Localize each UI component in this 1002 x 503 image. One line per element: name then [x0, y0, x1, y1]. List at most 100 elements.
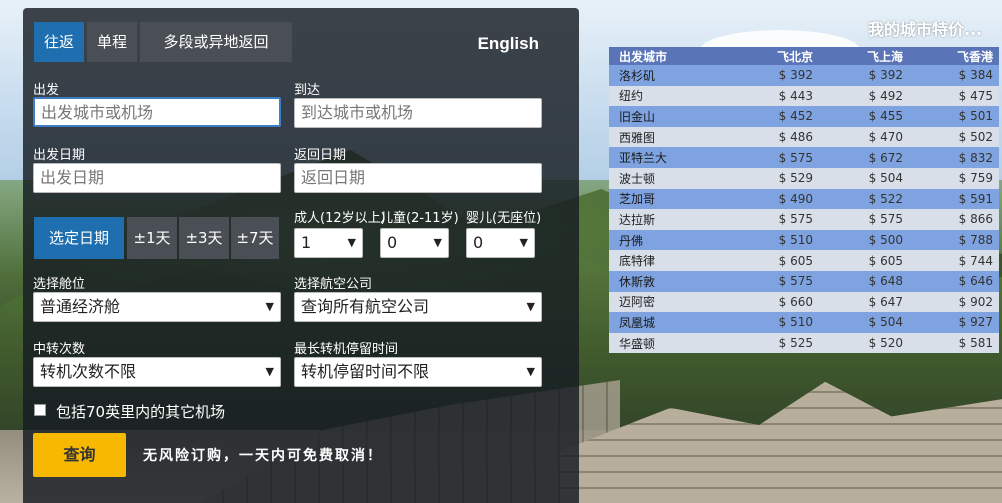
depart-date-label: 出发日期	[33, 148, 86, 163]
layover-select[interactable]: 转机停留时间不限 ▼	[294, 357, 542, 387]
price-cell[interactable]: $ 490	[728, 188, 819, 210]
depart-date-placeholder: 出发日期	[40, 168, 105, 187]
deals-title[interactable]: 我的城市特价...	[868, 16, 982, 40]
price-cell[interactable]: $ 501	[908, 106, 999, 127]
stops-select[interactable]: 转机次数不限 ▼	[33, 357, 281, 387]
date-exact-button[interactable]: 选定日期	[34, 217, 124, 259]
table-row[interactable]: 旧金山 $ 452 $ 455 $ 501	[609, 106, 999, 127]
price-cell[interactable]: $ 581	[908, 332, 999, 354]
tab-one-way[interactable]: 单程	[87, 22, 138, 62]
price-cell[interactable]: $ 502	[908, 126, 999, 148]
price-cell[interactable]: $ 575	[818, 209, 909, 230]
chevron-down-icon: ▼	[265, 365, 274, 378]
price-cell[interactable]: $ 672	[818, 147, 909, 168]
price-cell[interactable]: $ 475	[908, 85, 999, 107]
cabin-value: 普通经济舱	[40, 297, 121, 316]
stops-label: 中转次数	[33, 342, 86, 357]
price-cell[interactable]: $ 522	[818, 188, 909, 210]
english-link[interactable]: English	[478, 34, 539, 54]
price-cell[interactable]: $ 470	[818, 126, 909, 148]
table-row[interactable]: 芝加哥 $ 490 $ 522 $ 591	[609, 188, 999, 210]
table-row[interactable]: 华盛顿 $ 525 $ 520 $ 581	[609, 332, 999, 354]
city-cell: 亚特兰大	[609, 147, 729, 168]
city-deals-table: 出发城市 飞北京 飞上海 飞香港 洛杉矶 $ 392 $ 392 $ 384 纽约 $ 4…	[609, 47, 999, 354]
layover-value: 转机停留时间不限	[301, 362, 430, 381]
price-cell[interactable]: $ 510	[728, 312, 819, 333]
depart-input[interactable]: 出发城市或机场	[33, 97, 281, 127]
price-cell[interactable]: $ 902	[908, 291, 999, 313]
table-row[interactable]: 凤凰城 $ 510 $ 504 $ 927	[609, 312, 999, 333]
tab-round-trip[interactable]: 往返	[34, 22, 85, 62]
infants-value: 0	[473, 233, 484, 252]
price-cell[interactable]: $ 832	[908, 147, 999, 168]
cabin-select[interactable]: 普通经济舱 ▼	[33, 292, 281, 322]
price-cell[interactable]: $ 529	[728, 167, 819, 189]
adults-select[interactable]: 1 ▼	[294, 228, 363, 258]
city-cell: 休斯敦	[609, 270, 729, 292]
table-row[interactable]: 纽约 $ 443 $ 492 $ 475	[609, 85, 999, 107]
price-cell[interactable]: $ 788	[908, 229, 999, 251]
depart-date-input[interactable]: 出发日期	[33, 163, 281, 193]
tab-multi-city[interactable]: 多段或异地返回	[140, 22, 293, 62]
price-cell[interactable]: $ 492	[818, 85, 909, 107]
table-header-row: 出发城市 飞北京 飞上海 飞香港	[609, 47, 999, 65]
price-cell[interactable]: $ 660	[728, 291, 819, 313]
price-cell[interactable]: $ 646	[908, 270, 999, 292]
table-row[interactable]: 西雅图 $ 486 $ 470 $ 502	[609, 126, 999, 148]
price-cell[interactable]: $ 575	[728, 147, 819, 168]
price-cell[interactable]: $ 504	[818, 167, 909, 189]
price-cell[interactable]: $ 647	[818, 291, 909, 313]
cabin-label: 选择舱位	[33, 277, 86, 292]
children-select[interactable]: 0 ▼	[380, 228, 449, 258]
price-cell[interactable]: $ 605	[728, 250, 819, 271]
table-row[interactable]: 洛杉矶 $ 392 $ 392 $ 384	[609, 65, 999, 86]
city-cell: 西雅图	[609, 126, 729, 148]
table-row[interactable]: 波士顿 $ 529 $ 504 $ 759	[609, 167, 999, 189]
price-cell[interactable]: $ 392	[728, 65, 819, 86]
city-cell: 纽约	[609, 85, 729, 107]
table-row[interactable]: 达拉斯 $ 575 $ 575 $ 866	[609, 209, 999, 230]
children-value: 0	[387, 233, 398, 252]
price-cell[interactable]: $ 384	[908, 65, 999, 86]
price-cell[interactable]: $ 520	[818, 332, 909, 354]
chevron-down-icon: ▼	[526, 300, 535, 313]
arrive-input[interactable]: 到达城市或机场	[294, 98, 542, 128]
price-cell[interactable]: $ 575	[728, 270, 819, 292]
date-plus-minus-3-button[interactable]: ±3天	[179, 217, 229, 259]
price-cell[interactable]: $ 525	[728, 332, 819, 354]
price-cell[interactable]: $ 486	[728, 126, 819, 148]
price-cell[interactable]: $ 744	[908, 250, 999, 271]
price-cell[interactable]: $ 500	[818, 229, 909, 251]
return-date-input[interactable]: 返回日期	[294, 163, 542, 193]
price-cell[interactable]: $ 455	[818, 106, 909, 127]
city-cell: 芝加哥	[609, 188, 729, 210]
price-cell[interactable]: $ 759	[908, 167, 999, 189]
return-date-label: 返回日期	[294, 148, 347, 163]
infants-select[interactable]: 0 ▼	[466, 228, 535, 258]
depart-label: 出发	[33, 83, 60, 98]
table-row[interactable]: 休斯敦 $ 575 $ 648 $ 646	[609, 270, 999, 292]
price-cell[interactable]: $ 866	[908, 209, 999, 230]
date-plus-minus-1-button[interactable]: ±1天	[127, 217, 177, 259]
price-cell[interactable]: $ 648	[818, 270, 909, 292]
table-row[interactable]: 底特律 $ 605 $ 605 $ 744	[609, 250, 999, 271]
price-cell[interactable]: $ 452	[728, 106, 819, 127]
search-button[interactable]: 查询	[33, 433, 126, 477]
date-plus-minus-7-button[interactable]: ±7天	[231, 217, 279, 259]
table-row[interactable]: 迈阿密 $ 660 $ 647 $ 902	[609, 291, 999, 313]
price-cell[interactable]: $ 605	[818, 250, 909, 271]
table-row[interactable]: 丹佛 $ 510 $ 500 $ 788	[609, 229, 999, 251]
table-row[interactable]: 亚特兰大 $ 575 $ 672 $ 832	[609, 147, 999, 168]
price-cell[interactable]: $ 504	[818, 312, 909, 333]
price-cell[interactable]: $ 927	[908, 312, 999, 333]
price-cell[interactable]: $ 591	[908, 188, 999, 210]
adults-value: 1	[301, 233, 312, 252]
price-cell[interactable]: $ 510	[728, 229, 819, 251]
price-cell[interactable]: $ 575	[728, 209, 819, 230]
price-cell[interactable]: $ 392	[818, 65, 909, 86]
airline-select[interactable]: 查询所有航空公司 ▼	[294, 292, 542, 322]
price-cell[interactable]: $ 443	[728, 85, 819, 107]
stops-value: 转机次数不限	[40, 362, 137, 381]
city-cell: 丹佛	[609, 229, 729, 251]
nearby-airports-checkbox[interactable]	[34, 404, 46, 416]
